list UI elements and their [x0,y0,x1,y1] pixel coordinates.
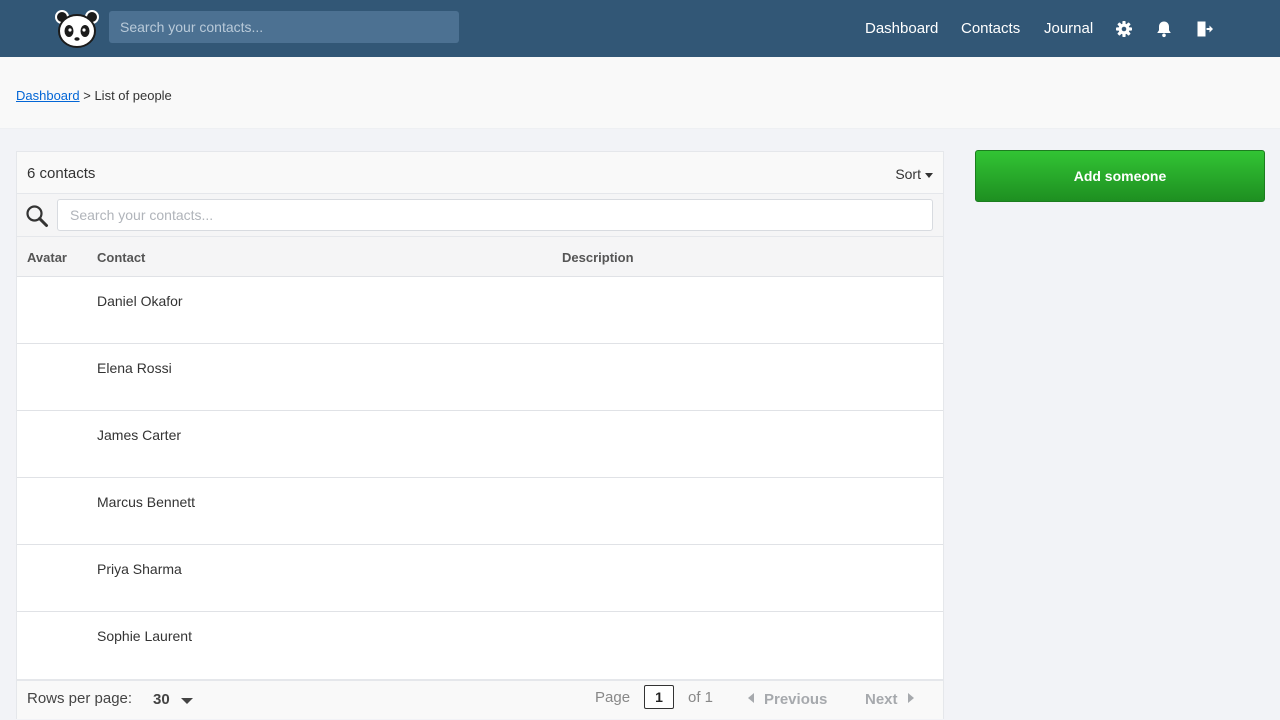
chevron-down-icon[interactable] [181,698,193,704]
previous-page-button[interactable]: Previous [748,691,827,708]
breadcrumb-current: List of people [94,88,172,103]
breadcrumb-bar: Dashboard > List of people [0,57,1280,129]
table-row[interactable]: Priya Sharma [17,545,943,612]
contact-name[interactable]: Marcus Bennett [97,494,195,510]
contact-name[interactable]: Daniel Okafor [97,293,183,309]
page-number-input[interactable] [644,685,674,709]
page-total-label: of 1 [688,689,714,706]
column-header-description[interactable]: Description [562,250,634,265]
rows-per-page-select[interactable]: 30 [153,691,170,708]
sort-button[interactable]: Sort [895,166,933,182]
list-search-row [17,194,943,237]
logout-icon[interactable] [1194,19,1214,39]
table-row[interactable]: Sophie Laurent [17,612,943,679]
caret-down-icon [925,172,933,178]
breadcrumb: Dashboard > List of people [16,88,172,104]
table-row[interactable]: Daniel Okafor [17,277,943,344]
previous-label: Previous [764,691,828,708]
header-search-input[interactable] [109,11,459,43]
next-page-button[interactable]: Next [865,691,914,708]
contacts-panel: 6 contacts Sort Avatar Contact Descripti… [16,151,944,719]
nav-contacts[interactable]: Contacts [961,20,1020,38]
top-navbar: Dashboard Contacts Journal [0,0,1280,57]
add-someone-button[interactable]: Add someone [975,150,1265,202]
list-header: 6 contacts Sort [17,152,943,194]
gear-icon[interactable] [1114,19,1134,39]
contacts-table-body: Daniel Okafor Elena Rossi James Carter M… [17,277,943,679]
column-header-avatar[interactable]: Avatar [27,250,67,265]
panda-logo-icon[interactable] [55,9,99,49]
table-row[interactable]: James Carter [17,411,943,478]
contact-name[interactable]: Priya Sharma [97,561,182,577]
page-label: Page [595,689,631,706]
contacts-search-input[interactable] [57,199,933,231]
search-icon [26,205,48,227]
column-header-contact[interactable]: Contact [97,250,145,265]
contact-name[interactable]: James Carter [97,427,181,443]
table-header: Avatar Contact Description [17,237,943,277]
next-label: Next [865,691,898,708]
pagination-bar: Rows per page: 30 Page of 1 Previous Nex… [17,679,943,719]
breadcrumb-dashboard-link[interactable]: Dashboard [16,88,80,103]
bell-icon[interactable] [1154,19,1174,39]
nav-journal[interactable]: Journal [1044,20,1093,38]
breadcrumb-separator: > [83,88,91,103]
caret-left-icon [748,693,754,703]
sort-label: Sort [895,166,921,182]
contact-name[interactable]: Sophie Laurent [97,628,192,644]
table-row[interactable]: Marcus Bennett [17,478,943,545]
caret-right-icon [907,693,914,703]
contact-count: 6 contacts [27,165,96,182]
table-row[interactable]: Elena Rossi [17,344,943,411]
contact-name[interactable]: Elena Rossi [97,360,172,376]
rows-per-page-label: Rows per page: [27,690,133,707]
nav-dashboard[interactable]: Dashboard [865,20,938,38]
